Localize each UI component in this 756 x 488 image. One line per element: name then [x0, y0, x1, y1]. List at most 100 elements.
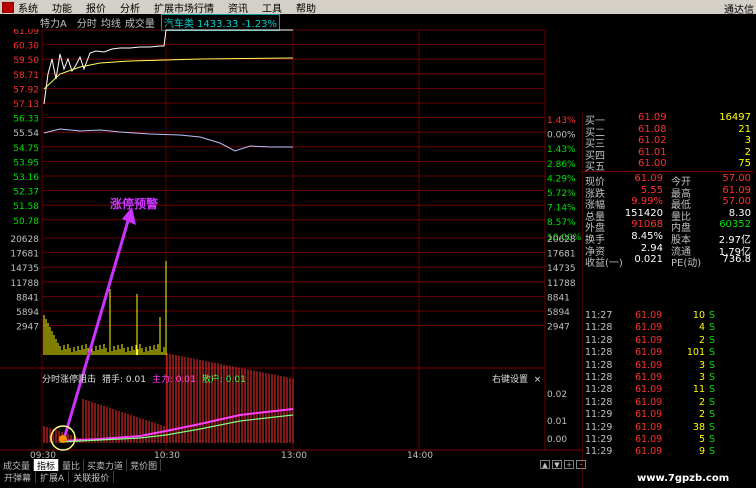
order-book-row[interactable]: 买四 61.01 2 — [583, 146, 753, 162]
bid-volume: 2 — [744, 146, 751, 158]
menu-ext-market[interactable]: 扩展市场行情 — [154, 0, 214, 15]
sub-tick-label: 0.02 — [547, 390, 567, 400]
tick-row: 11:28 61.09 2 S — [583, 335, 753, 347]
tick-price: 61.09 — [635, 384, 663, 396]
tick-price: 61.09 — [635, 359, 663, 371]
tab-average[interactable]: 均线 — [101, 15, 121, 30]
tick-time: 11:28 — [585, 396, 613, 408]
menu-analysis[interactable]: 分析 — [120, 0, 140, 15]
intraday-chart[interactable]: 61.09 60.30 59.50 58.71 57.92 57.13 56.33 55.54… — [0, 29, 583, 488]
tick-side: S — [708, 322, 715, 334]
price-tick-label: 55.54 — [13, 129, 39, 139]
menu-tools[interactable]: 工具 — [262, 0, 282, 15]
menu-news[interactable]: 资讯 — [228, 0, 248, 15]
tab-auction[interactable]: 竞价图 — [127, 459, 162, 472]
linked-quote-button[interactable]: 关联报价 — [69, 471, 115, 484]
volume-tick-label: 11788 — [10, 279, 39, 289]
app-icon[interactable] — [2, 1, 14, 13]
tab-volume[interactable]: 成交量 — [125, 15, 155, 30]
stat-value: 57.00 — [722, 196, 751, 208]
order-book-row[interactable]: 买五 61.00 75 — [583, 158, 753, 173]
stat-label: PE(动) — [671, 258, 702, 270]
tab-timeshare[interactable]: 分时 — [77, 15, 97, 30]
stat-row: 换手 8.45% 股本 2.97亿 — [583, 231, 753, 246]
tick-time: 11:29 — [585, 421, 613, 433]
tab-indicator[interactable]: 指标 — [34, 459, 60, 472]
tab-volume-ratio[interactable]: 量比 — [59, 459, 85, 472]
tick-side: S — [708, 433, 715, 445]
volume-tick-label-right: 14735 — [547, 264, 576, 274]
tick-price: 61.09 — [635, 371, 663, 383]
menu-help[interactable]: 帮助 — [296, 0, 316, 15]
tick-time: 11:28 — [585, 359, 613, 371]
down-icon[interactable]: ▼ — [552, 460, 562, 469]
percent-axis-labels: 1.43% 0.00% 1.43% 2.86% 4.29% 5.72% 7.14% 8.57%… — [547, 116, 582, 243]
tick-row: 11:29 61.09 38 S — [583, 422, 753, 434]
plus-icon[interactable]: + — [564, 460, 574, 469]
tick-side: S — [708, 421, 715, 433]
order-book-row[interactable]: 买一 61.09 16497 — [583, 112, 753, 127]
tick-row: 11:27 61.09 10 S — [583, 310, 753, 322]
order-book-row[interactable]: 买三 61.02 3 — [583, 135, 753, 150]
stat-row: 总量 151420 量比 8.30 — [583, 207, 753, 223]
bid-volume: 75 — [738, 158, 751, 170]
danmaku-button[interactable]: 开弹幕 — [0, 471, 37, 484]
percent-tick-label: 1.43% — [547, 116, 576, 126]
menu-function[interactable]: 功能 — [52, 0, 72, 15]
menu-system[interactable]: 系统 — [18, 0, 38, 15]
bid-price: 61.00 — [638, 158, 667, 170]
tick-price: 61.09 — [635, 396, 663, 408]
tick-time: 11:29 — [585, 409, 613, 421]
volume-tick-label: 14735 — [10, 264, 39, 274]
up-icon[interactable]: ▲ — [540, 460, 550, 469]
tick-row: 11:28 61.09 11 S — [583, 384, 753, 396]
sub-axis-labels: 0.02 0.01 0.00 — [547, 390, 567, 445]
retail-value: 散户: 0.01 — [201, 375, 246, 385]
tick-side: S — [708, 446, 715, 458]
bid-price: 61.01 — [638, 146, 667, 158]
tick-side: S — [708, 384, 715, 396]
stat-row: 收益(一) 0.021 PE(动) 736.8 — [583, 254, 753, 270]
stat-value: 151420 — [624, 207, 663, 219]
tab-buy-sell-force[interactable]: 买卖力道 — [84, 459, 128, 472]
indicator-name: 分时涨停阻击 — [42, 375, 97, 385]
indicator-tabs: 成交量 指标 量比 买卖力道 竞价图 — [0, 459, 162, 472]
bid-price: 61.09 — [638, 112, 667, 123]
volume-tick-label-right: 11788 — [547, 279, 576, 289]
menu-quote[interactable]: 报价 — [86, 0, 106, 15]
minus-icon[interactable]: - — [576, 460, 586, 469]
tick-price: 61.09 — [635, 446, 663, 458]
price-tick-label: 57.13 — [13, 100, 39, 110]
volume-tick-label: 20628 — [10, 235, 39, 245]
bid-volume: 21 — [738, 123, 751, 135]
sub-chart-header: 分时涨停阻击 猎手: 0.01 主力: 0.01 散户: 0.01 — [42, 372, 246, 385]
ext-a-button[interactable]: 扩展A — [36, 471, 70, 484]
close-icon[interactable]: × — [534, 375, 542, 385]
price-tick-label: 52.37 — [13, 188, 39, 198]
tab-volume-ind[interactable]: 成交量 — [0, 459, 35, 472]
price-tick-label: 59.50 — [13, 56, 39, 66]
tick-list[interactable]: 11:27 61.09 10 S 11:28 61.09 4 S 11:28 61.09 2 S 11:… — [583, 310, 753, 459]
tick-time: 11:28 — [585, 347, 613, 359]
order-book-row[interactable]: 买二 61.08 21 — [583, 123, 753, 139]
tick-row: 11:28 61.09 3 S — [583, 372, 753, 384]
volume-tick-label: 8841 — [16, 293, 39, 303]
stat-row: 现价 61.09 今开 57.00 — [583, 173, 753, 188]
price-tick-label: 56.33 — [13, 115, 39, 125]
index-change: -1.23% — [241, 18, 277, 30]
tick-volume: 3 — [698, 371, 705, 383]
right-click-settings[interactable]: 右键设置 × — [492, 372, 541, 385]
bid-volume: 3 — [744, 135, 751, 147]
tick-side: S — [708, 310, 715, 321]
bottom-toolbar: 开弹幕 扩展A 关联报价 — [0, 471, 115, 484]
tick-volume: 38 — [692, 421, 705, 433]
volume-tick-label-right: 5894 — [547, 308, 570, 318]
volume-tick-label-right: 8841 — [547, 293, 570, 303]
tick-price: 61.09 — [635, 310, 663, 321]
price-tick-label: 58.71 — [13, 71, 39, 81]
chart-header: 特力A 分时 均线 成交量 汽车类 1433.33 -1.23% — [0, 13, 280, 31]
stat-row: 涨幅 9.99% 最低 57.00 — [583, 196, 753, 211]
sub-tick-label: 0.00 — [547, 435, 567, 445]
index-badge[interactable]: 汽车类 1433.33 -1.23% — [160, 13, 280, 31]
signal-icon — [59, 435, 67, 443]
